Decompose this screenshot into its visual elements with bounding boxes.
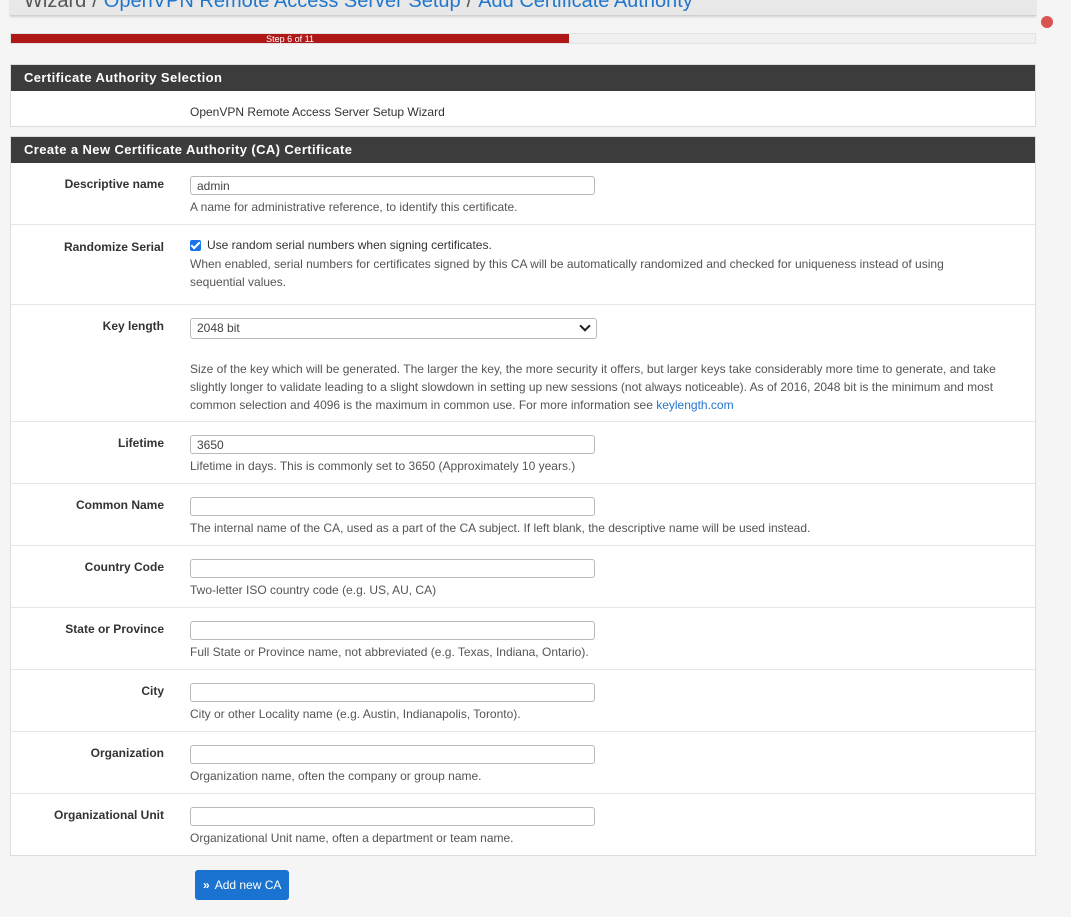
organization-row: Organization Organization name, often th… [11, 732, 1035, 794]
randomize-serial-label: Randomize Serial [63, 240, 164, 254]
key-length-help: Size of the key which will be generated.… [190, 360, 1027, 414]
randomize-serial-row: Randomize Serial Use random serial numbe… [11, 225, 1035, 305]
randomize-serial-checkbox[interactable] [190, 239, 201, 251]
country-code-help: Two-letter ISO country code (e.g. US, AU… [190, 583, 437, 597]
org-unit-input[interactable] [190, 807, 595, 826]
breadcrumb-separator: / [466, 0, 473, 12]
wizard-name-text: OpenVPN Remote Access Server Setup Wizar… [190, 105, 445, 119]
descriptive-name-row: Descriptive name A name for administrati… [11, 163, 1035, 225]
org-unit-help: Organizational Unit name, often a depart… [190, 831, 514, 845]
key-length-help-text: Size of the key which will be generated.… [190, 362, 996, 412]
descriptive-name-label: Descriptive name [64, 177, 164, 191]
country-code-row: Country Code Two-letter ISO country code… [11, 546, 1035, 608]
org-unit-label: Organizational Unit [53, 808, 164, 822]
key-length-value: 2048 bit [197, 321, 240, 335]
add-new-ca-button[interactable]: » Add new CA [195, 870, 290, 900]
key-length-label: Key length [102, 319, 164, 333]
lifetime-row: Lifetime Lifetime in days. This is commo… [11, 422, 1035, 484]
organization-input[interactable] [190, 745, 595, 764]
randomize-serial-help: When enabled, serial numbers for certifi… [190, 257, 944, 289]
ca-selection-panel: Certificate Authority Selection OpenVPN … [10, 64, 1036, 127]
panel-heading: Certificate Authority Selection [11, 65, 1035, 91]
descriptive-name-input[interactable] [190, 176, 595, 195]
breadcrumb-separator: / [92, 0, 98, 12]
create-ca-panel: Create a New Certificate Authority (CA) … [10, 136, 1036, 856]
state-input[interactable] [190, 621, 595, 640]
common-name-help: The internal name of the CA, used as a p… [190, 521, 811, 535]
organization-help: Organization name, often the company or … [190, 769, 482, 783]
wizard-name-row: OpenVPN Remote Access Server Setup Wizar… [11, 91, 1035, 126]
common-name-label: Common Name [75, 498, 164, 512]
key-length-select[interactable]: 2048 bit [190, 318, 597, 339]
state-label: State or Province [65, 622, 164, 636]
organization-label: Organization [90, 746, 164, 760]
keylength-link[interactable]: keylength.com [656, 398, 733, 412]
country-code-label: Country Code [84, 560, 164, 574]
chevron-down-icon [579, 320, 591, 332]
double-chevron-right-icon: » [203, 878, 210, 892]
wizard-progress: Step 6 of 11 [10, 33, 1036, 44]
state-row: State or Province Full State or Province… [11, 608, 1035, 670]
lifetime-help: Lifetime in days. This is commonly set t… [190, 459, 576, 473]
lifetime-label: Lifetime [117, 436, 164, 450]
breadcrumb-root: Wizard [24, 0, 87, 12]
lifetime-input[interactable] [190, 435, 595, 454]
randomize-serial-checkbox-line[interactable]: Use random serial numbers when signing c… [190, 238, 1027, 252]
common-name-input[interactable] [190, 497, 595, 516]
breadcrumb: Wizard / OpenVPN Remote Access Server Setu… [10, 0, 1036, 16]
add-new-ca-label: Add new CA [214, 878, 282, 892]
org-unit-row: Organizational Unit Organizational Unit … [11, 794, 1035, 855]
key-length-row: Key length 2048 bit Size of the key whic… [11, 305, 1035, 422]
city-label: City [141, 684, 164, 698]
country-code-input[interactable] [190, 559, 595, 578]
city-help: City or other Locality name (e.g. Austin… [190, 707, 521, 721]
wizard-progress-fill: Step 6 of 11 [11, 34, 570, 44]
city-row: City City or other Locality name (e.g. A… [11, 670, 1035, 732]
city-input[interactable] [190, 683, 595, 702]
common-name-row: Common Name The internal name of the CA,… [11, 484, 1035, 546]
help-icon[interactable] [1041, 16, 1053, 28]
breadcrumb-link-openvpn-wizard[interactable]: OpenVPN Remote Access Server Setup [104, 0, 461, 12]
randomize-serial-checkbox-label[interactable]: Use random serial numbers when signing c… [207, 238, 492, 252]
descriptive-name-help: A name for administrative reference, to … [190, 200, 518, 214]
breadcrumb-link-add-ca[interactable]: Add Certificate Authority [478, 0, 693, 12]
state-help: Full State or Province name, not abbrevi… [190, 645, 589, 659]
panel-heading: Create a New Certificate Authority (CA) … [11, 137, 1035, 163]
